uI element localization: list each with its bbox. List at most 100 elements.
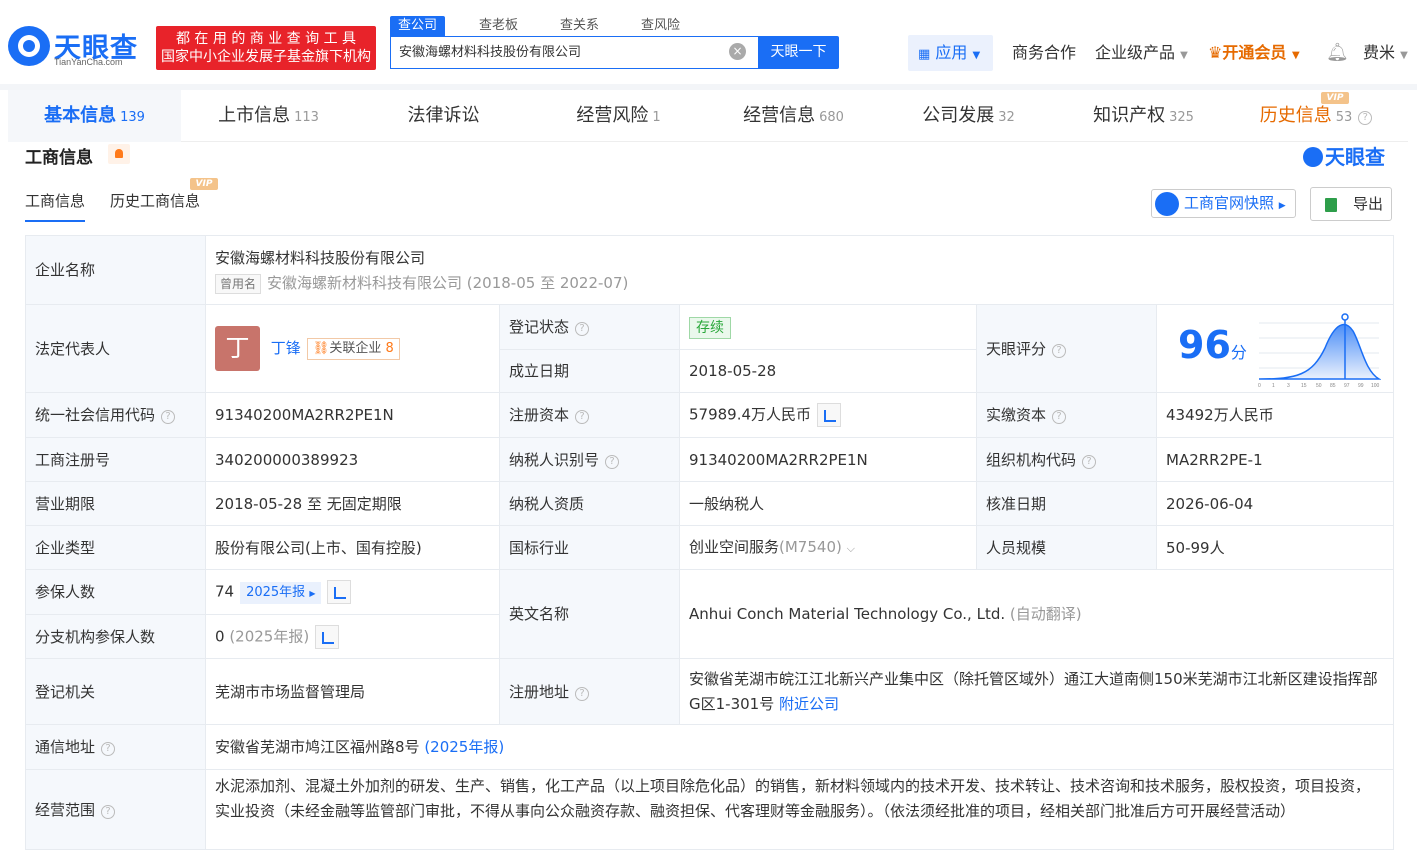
help-icon[interactable]: ? <box>1052 343 1067 358</box>
app-menu-button[interactable]: ▦ 应用 ▼ <box>908 35 993 71</box>
tab-listing-info[interactable]: 上市信息 113 <box>181 90 356 142</box>
help-icon[interactable]: ? <box>605 454 620 469</box>
watermark-text: 天眼查 <box>1325 145 1385 169</box>
chart-icon[interactable] <box>327 579 352 604</box>
insured-key: 参保人数 <box>25 569 206 615</box>
help-icon[interactable]: ? <box>575 322 590 336</box>
tab-label: 基本信息 <box>44 105 117 126</box>
business-info-table: 企业名称 安徽海螺材料科技股份有限公司 曾用名 安徽海螺新材料科技有限公司 (20… <box>25 235 1395 850</box>
alert-bell-icon[interactable] <box>108 144 130 164</box>
reg-capital-key: 注册资本? <box>499 392 680 438</box>
avatar[interactable]: 丁 <box>215 326 260 371</box>
industry-cell[interactable]: 创业空间服务(M7540) ⌵ <box>679 525 977 570</box>
link-icon: ⛓ <box>312 340 330 356</box>
legal-rep-name[interactable]: 丁锋 <box>271 339 301 357</box>
approve-date-key: 核准日期 <box>976 481 1157 526</box>
industry: 创业空间服务 <box>689 537 780 556</box>
reg-address-key: 注册地址? <box>499 658 680 725</box>
help-icon[interactable]: ? <box>101 742 116 756</box>
related-count: 8 <box>385 340 394 356</box>
tab-label: 经营风险 <box>576 105 649 126</box>
search-tab-boss[interactable]: 查老板 <box>471 16 526 36</box>
search-input[interactable]: 安徽海螺材料科技股份有限公司 <box>390 36 758 69</box>
company-name-key: 企业名称 <box>25 235 206 305</box>
axis-tick: 3 <box>1287 383 1290 388</box>
score-cell[interactable]: 96分 0 1 3 15 50 85 97 99 100 <box>1155 304 1395 393</box>
search-button[interactable]: 天眼一下 <box>758 36 839 69</box>
logo-eye-icon <box>8 26 50 66</box>
nav-vip[interactable]: ♛开通会员 ▼ <box>1208 35 1300 71</box>
subtab-business-info[interactable]: 工商信息 <box>25 190 86 222</box>
paid-capital-label: 实缴资本 <box>986 406 1047 424</box>
clear-search-icon[interactable]: × <box>729 43 746 60</box>
bell-icon[interactable]: 🔔︎ <box>1326 35 1349 71</box>
help-icon[interactable]: ? <box>1358 111 1373 125</box>
slogan-banner: 都 在 用 的 商 业 查 询 工 具 国家中小企业发展子基金旗下机构 <box>156 26 376 70</box>
score-value: 96 <box>1178 322 1231 367</box>
tab-label: 经营信息 <box>743 105 816 126</box>
user-menu[interactable]: 费米 ▼ <box>1363 35 1408 71</box>
official-snapshot-button[interactable]: 工商官网快照 ▶ <box>1151 189 1296 218</box>
status-label: 登记状态 <box>509 318 570 336</box>
company-type: 股份有限公司(上市、国有控股) <box>205 525 500 570</box>
mail-address: 安徽省芜湖市鸠江区福州路8号 <box>215 738 420 756</box>
mail-report-link[interactable]: (2025年报) <box>424 738 504 756</box>
credit-code: 91340200MA2RR2PE1N <box>205 392 500 438</box>
english-name-key: 英文名称 <box>499 569 680 659</box>
reg-no-key: 工商注册号 <box>25 437 206 482</box>
chart-icon[interactable] <box>817 403 842 427</box>
table-row: 企业名称 安徽海螺材料科技股份有限公司 曾用名 安徽海螺新材料科技有限公司 (20… <box>25 235 1395 305</box>
tab-count: 32 <box>998 110 1015 125</box>
nearby-companies-link[interactable]: 附近公司 <box>779 695 839 713</box>
nav-enterprise-products[interactable]: 企业级产品 ▼ <box>1095 35 1188 71</box>
search-tab-risk[interactable]: 查风险 <box>633 16 688 36</box>
help-icon[interactable]: ? <box>575 410 590 424</box>
reg-address-cell: 安徽省芜湖市皖江江北新兴产业集中区（除托管区域外）通江大道南侧150米芜湖市江北… <box>678 658 1395 725</box>
caret-down-icon: ▼ <box>1400 50 1408 61</box>
tab-ip[interactable]: 知识产权 325 <box>1056 90 1231 142</box>
tab-count: 1 <box>652 110 661 125</box>
vip-badge: VIP <box>1321 92 1349 104</box>
tab-label: 上市信息 <box>218 105 291 126</box>
taxpayer-id-label: 纳税人识别号 <box>509 450 600 469</box>
help-icon[interactable]: ? <box>1052 410 1067 424</box>
search-tab-relation[interactable]: 查关系 <box>552 16 607 36</box>
tab-basic-info[interactable]: 基本信息 139 <box>8 90 181 142</box>
mail-address-key: 通信地址? <box>25 724 206 770</box>
annual-report-button[interactable]: 2025年报 ▶ <box>240 582 322 605</box>
reg-authority-key: 登记机关 <box>25 658 206 725</box>
tab-label: 法律诉讼 <box>407 105 480 126</box>
table-row: 参保人数 74 2025年报 ▶ 英文名称 Anhui Conch Materia… <box>25 569 1395 659</box>
axis-tick: 0 <box>1258 383 1261 388</box>
search-tab-company[interactable]: 查公司 <box>390 16 446 36</box>
insured-cell: 74 2025年报 ▶ <box>205 569 500 615</box>
tab-count: 53 <box>1335 110 1353 125</box>
help-icon[interactable]: ? <box>161 410 176 424</box>
tab-label: 历史信息 <box>1259 105 1332 126</box>
tab-development[interactable]: 公司发展 32 <box>881 90 1056 142</box>
chart-icon[interactable] <box>315 624 340 649</box>
mail-address-label: 通信地址 <box>35 738 96 756</box>
org-code-key: 组织机构代码? <box>976 437 1157 482</box>
org-code: MA2RR2PE-1 <box>1155 437 1395 482</box>
tab-operating-info[interactable]: 经营信息 680 <box>706 90 881 142</box>
score-curve <box>1258 323 1381 380</box>
tab-litigation[interactable]: 法律诉讼 <box>356 90 531 142</box>
help-icon[interactable]: ? <box>101 804 116 819</box>
table-row: 通信地址? 安徽省芜湖市鸠江区福州路8号 (2025年报) <box>25 724 1395 770</box>
english-name-cell: Anhui Conch Material Technology Co., Ltd… <box>678 569 1395 659</box>
nav-business[interactable]: 商务合作 <box>1012 35 1076 71</box>
industry-key: 国标行业 <box>499 525 680 570</box>
help-icon[interactable]: ? <box>1082 454 1097 469</box>
company-name[interactable]: 安徽海螺材料科技股份有限公司 <box>215 247 1384 269</box>
subtab-history-business[interactable]: 历史工商信息 VIP <box>110 178 218 222</box>
help-icon[interactable]: ? <box>575 686 590 701</box>
tianyancha-logo[interactable]: 天眼查 TianYanCha.com <box>8 26 148 70</box>
export-button[interactable]: 导出 <box>1310 187 1392 221</box>
axis-tick: 99 <box>1358 383 1364 388</box>
branch-insured-count: 0 <box>215 627 225 645</box>
credit-code-key: 统一社会信用代码? <box>25 392 206 438</box>
related-companies-button[interactable]: ⛓关联企业 8 <box>306 337 400 360</box>
tab-history[interactable]: VIP 历史信息 53? <box>1231 90 1401 142</box>
tab-operating-risk[interactable]: 经营风险 1 <box>531 90 706 142</box>
